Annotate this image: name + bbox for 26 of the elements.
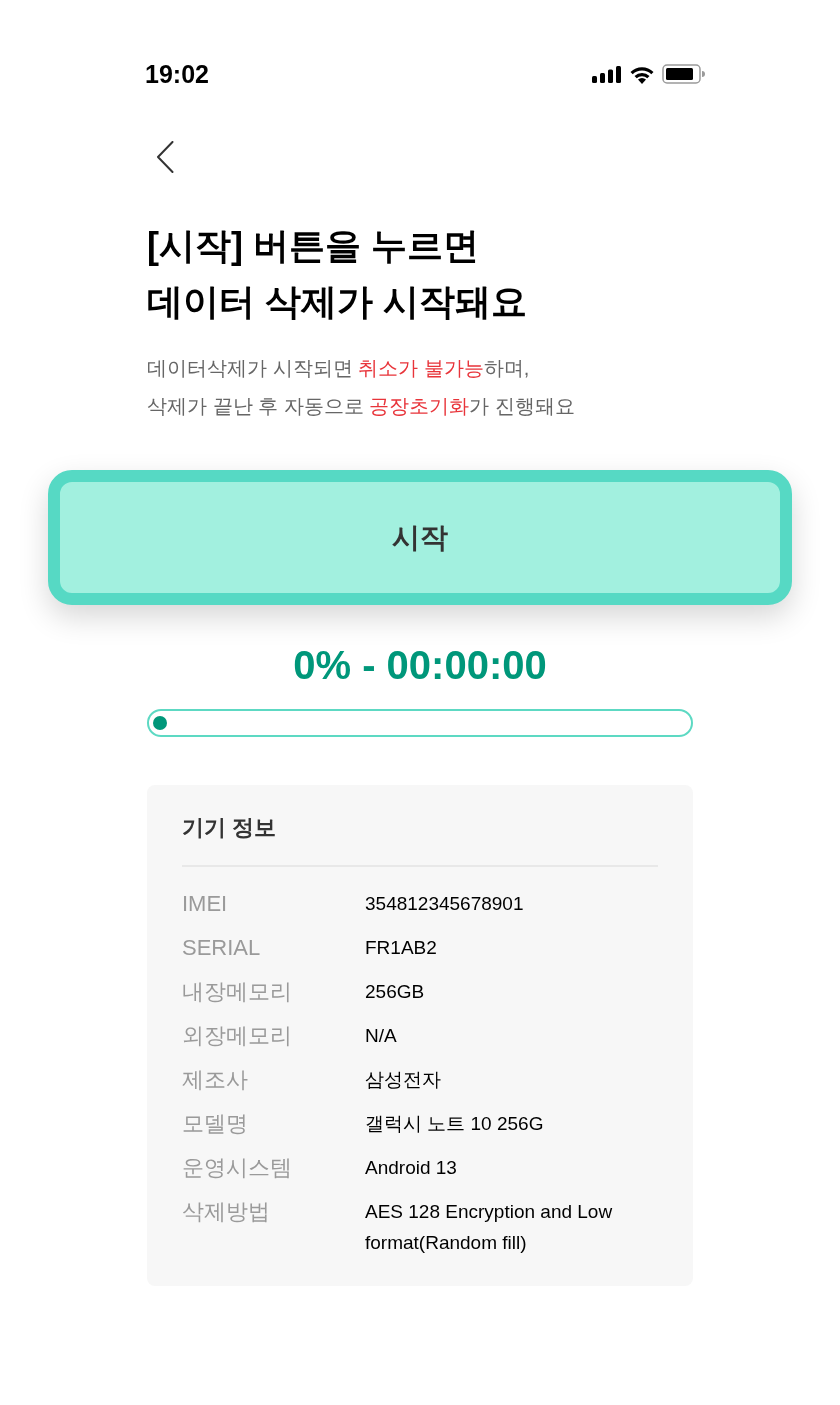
page-title: [시작] 버튼을 누르면 데이터 삭제가 시작돼요 xyxy=(147,224,528,324)
info-value: N/A xyxy=(365,1024,398,1048)
info-label: IMEI xyxy=(182,890,229,918)
info-label: 제조사 xyxy=(182,1066,249,1094)
info-label: 외장메모리 xyxy=(182,1022,293,1050)
info-label: 삭제방법 xyxy=(182,1198,271,1226)
info-value: FR1AB2 xyxy=(365,936,438,960)
wifi-icon xyxy=(629,64,655,84)
info-label: 내장메모리 xyxy=(182,978,293,1006)
back-chevron-icon xyxy=(156,141,174,173)
start-button[interactable]: 시작 xyxy=(48,470,792,605)
info-value: 갤럭시 노트 10 256G xyxy=(365,1112,545,1136)
device-info-title: 기기 정보 xyxy=(182,814,278,842)
status-time: 19:02 xyxy=(144,59,209,90)
info-label: SERIAL xyxy=(182,934,262,962)
info-label: 모델명 xyxy=(182,1110,249,1138)
info-value: AES 128 Encryption and Low format(Random fill) xyxy=(365,1200,614,1255)
signal-icon xyxy=(592,65,622,83)
info-label: 운영시스템 xyxy=(182,1154,293,1182)
notice-text: 데이터삭제가 시작되면 취소가 불가능하며, 삭제가 끝난 후 자동으로 공장초기화가 진행돼요 xyxy=(147,356,576,419)
info-value: 354812345678901 xyxy=(365,892,525,916)
info-value: 삼성전자 xyxy=(365,1068,442,1092)
info-value: 256GB xyxy=(365,980,426,1004)
info-value: Android 13 xyxy=(365,1156,458,1180)
battery-icon xyxy=(662,64,705,84)
progress-reading: 0% - 00:00:00 xyxy=(293,642,547,689)
